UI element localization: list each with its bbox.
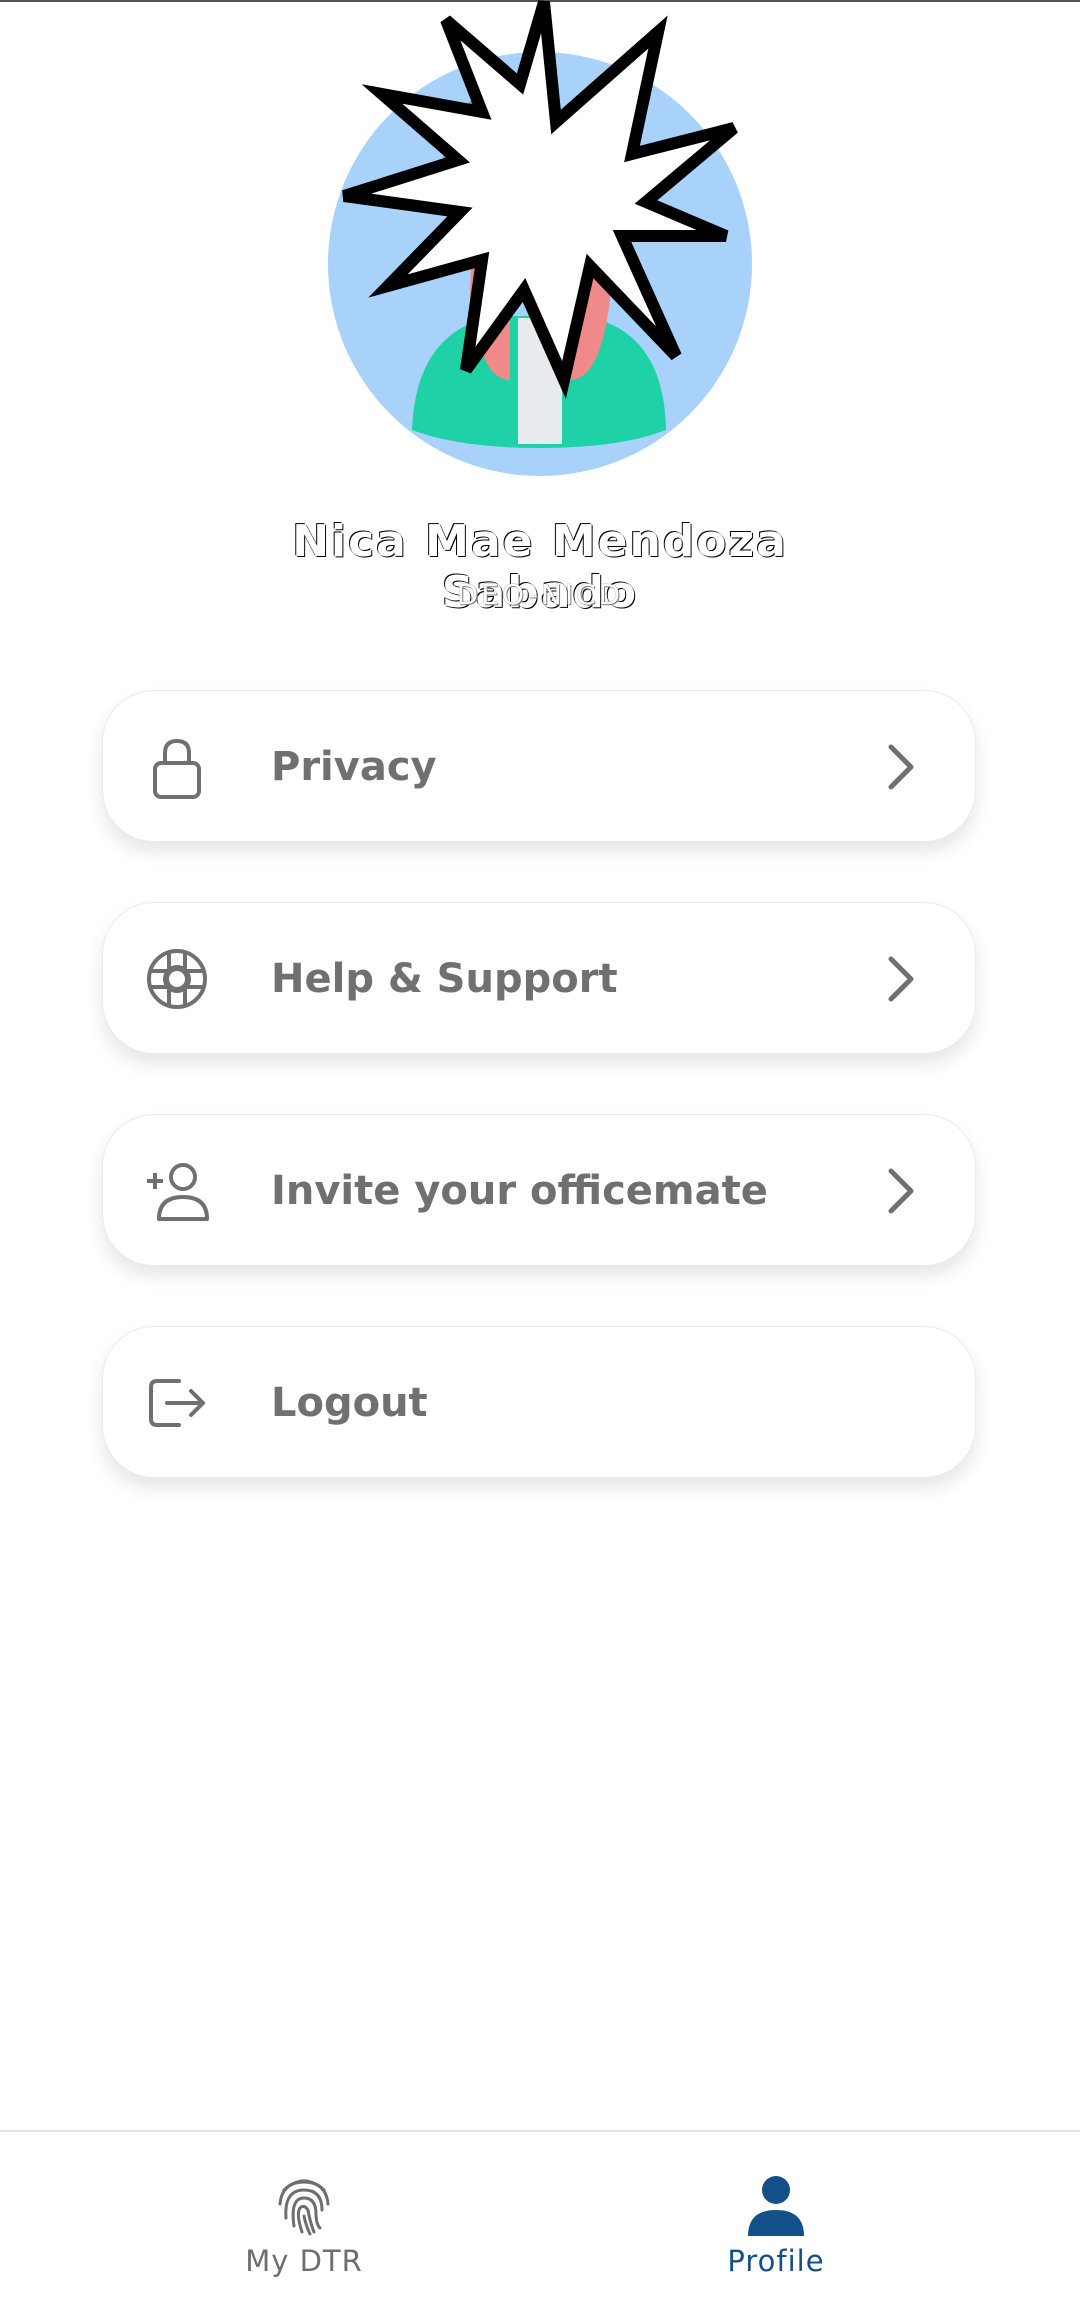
logout-label: Logout <box>271 1380 428 1426</box>
chevron-right-icon <box>888 956 914 1002</box>
tab-my-dtr[interactable]: My DTR <box>154 2132 454 2314</box>
bottom-nav: My DTR Profile <box>0 2130 1080 2314</box>
privacy-label: Privacy <box>271 744 437 790</box>
logout-icon <box>149 1379 205 1427</box>
profile-menu: Privacy Help & Support Invite your offic <box>102 690 978 1538</box>
lifebuoy-icon <box>147 949 207 1009</box>
avatar[interactable] <box>320 0 760 480</box>
lock-icon <box>153 738 201 799</box>
tab-profile-label: Profile <box>727 2244 825 2278</box>
chevron-right-icon <box>888 1168 914 1214</box>
fingerprint-icon <box>278 2179 330 2236</box>
invite-officemate-label: Invite your officemate <box>271 1168 768 1214</box>
tab-profile[interactable]: Profile <box>626 2132 926 2314</box>
chevron-right-icon <box>888 744 914 790</box>
invite-officemate-button[interactable]: Invite your officemate <box>102 1114 976 1266</box>
privacy-button[interactable]: Privacy <box>102 690 976 842</box>
help-support-button[interactable]: Help & Support <box>102 902 976 1054</box>
person-icon <box>748 2176 804 2236</box>
user-id: DEO-NICD <box>456 578 624 611</box>
tab-my-dtr-label: My DTR <box>245 2244 363 2278</box>
logout-button[interactable]: Logout <box>102 1326 976 1478</box>
help-support-label: Help & Support <box>271 956 618 1002</box>
add-user-icon <box>147 1163 209 1221</box>
